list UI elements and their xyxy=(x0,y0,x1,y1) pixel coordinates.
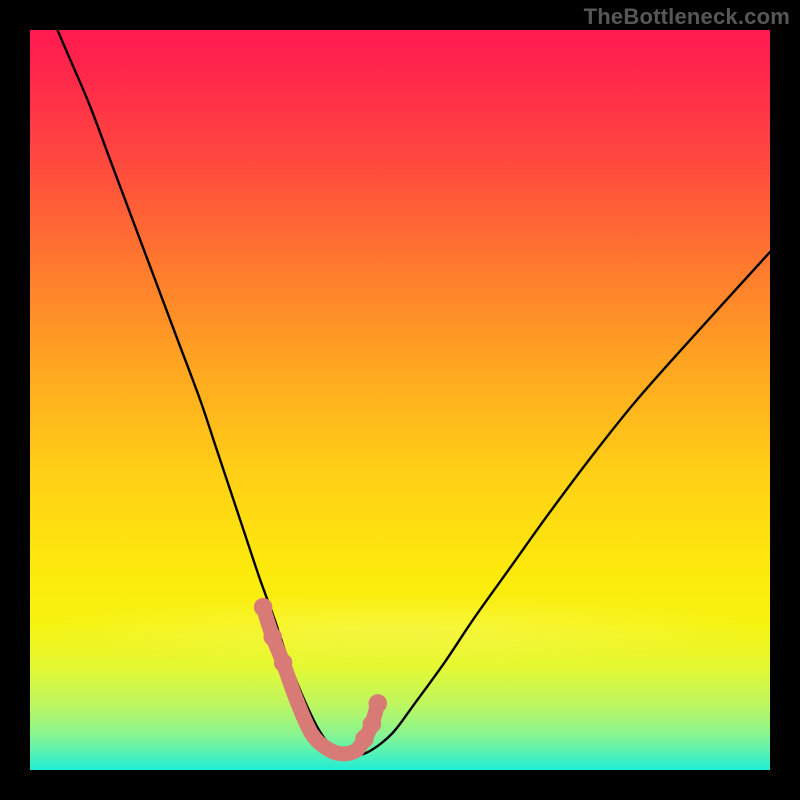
optimum-marker-dot xyxy=(363,715,382,734)
watermark-text: TheBottleneck.com xyxy=(584,4,790,30)
bottleneck-curve xyxy=(45,30,770,755)
optimum-marker-dot xyxy=(274,653,293,672)
plot-area xyxy=(30,30,770,770)
curve-svg xyxy=(30,30,770,770)
optimum-marker-dot xyxy=(263,628,282,647)
optimum-marker-dot xyxy=(254,598,273,617)
chart-frame: TheBottleneck.com xyxy=(0,0,800,800)
optimum-marker-dot xyxy=(369,694,388,713)
